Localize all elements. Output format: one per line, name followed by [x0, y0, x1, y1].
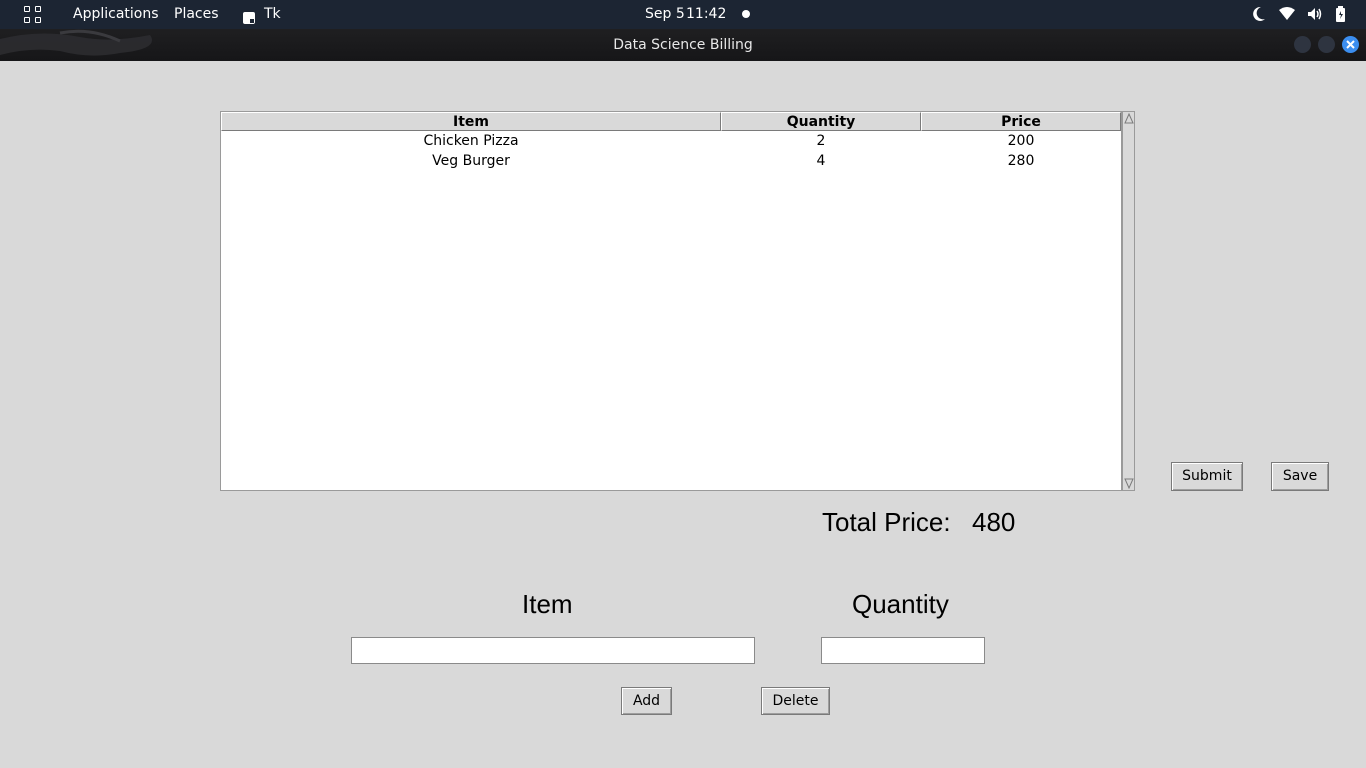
add-button[interactable]: Add — [621, 687, 672, 715]
cell-price: 200 — [1007, 133, 1035, 149]
quantity-label: Quantity — [852, 589, 949, 619]
scroll-up-icon[interactable] — [1124, 113, 1134, 124]
places-menu[interactable]: Places — [174, 0, 219, 29]
item-label: Item — [522, 589, 573, 619]
quantity-input[interactable] — [821, 637, 985, 664]
close-button[interactable] — [1342, 36, 1359, 53]
close-icon — [1346, 40, 1355, 49]
window-titlebar[interactable]: Data Science Billing — [0, 29, 1366, 61]
submit-button[interactable]: Submit — [1171, 462, 1243, 491]
total-price-value: 480 — [972, 507, 1016, 537]
tk-app-icon[interactable] — [242, 7, 256, 24]
table-row[interactable]: Chicken Pizza 2 200 — [221, 131, 1121, 151]
column-header-item[interactable]: Item — [221, 112, 721, 131]
applications-menu[interactable]: Applications — [73, 0, 159, 29]
app-grid-icon[interactable] — [24, 6, 42, 24]
save-button[interactable]: Save — [1271, 462, 1329, 491]
active-app-label[interactable]: Tk — [264, 0, 281, 29]
table-header: Item Quantity Price — [221, 112, 1121, 131]
wifi-icon[interactable] — [1278, 5, 1296, 23]
bill-table[interactable]: Item Quantity Price Chicken Pizza 2 200 … — [220, 111, 1122, 491]
column-header-price[interactable]: Price — [921, 112, 1121, 131]
notification-dot-icon — [742, 10, 750, 18]
window-title: Data Science Billing — [613, 37, 753, 53]
battery-icon[interactable] — [1335, 5, 1347, 23]
cell-item: Veg Burger — [432, 153, 510, 169]
table-row[interactable]: Veg Burger 4 280 — [221, 151, 1121, 171]
cell-price: 280 — [1007, 153, 1035, 169]
total-price-label: Total Price: — [822, 507, 951, 537]
cell-quantity: 4 — [816, 153, 826, 169]
column-header-quantity[interactable]: Quantity — [721, 112, 921, 131]
table-scrollbar[interactable] — [1122, 111, 1135, 491]
cell-item: Chicken Pizza — [423, 133, 519, 149]
clock-time[interactable]: 11:42 — [686, 0, 726, 29]
volume-icon[interactable] — [1306, 5, 1324, 23]
top-panel: Applications Places Tk Sep 5 11:42 — [0, 0, 1366, 29]
cell-quantity: 2 — [816, 133, 826, 149]
scroll-down-icon[interactable] — [1124, 478, 1134, 489]
maximize-button[interactable] — [1318, 36, 1335, 53]
item-input[interactable] — [351, 637, 755, 664]
clock-date[interactable]: Sep 5 — [645, 0, 685, 29]
night-light-icon[interactable] — [1251, 5, 1267, 23]
delete-button[interactable]: Delete — [761, 687, 830, 715]
minimize-button[interactable] — [1294, 36, 1311, 53]
